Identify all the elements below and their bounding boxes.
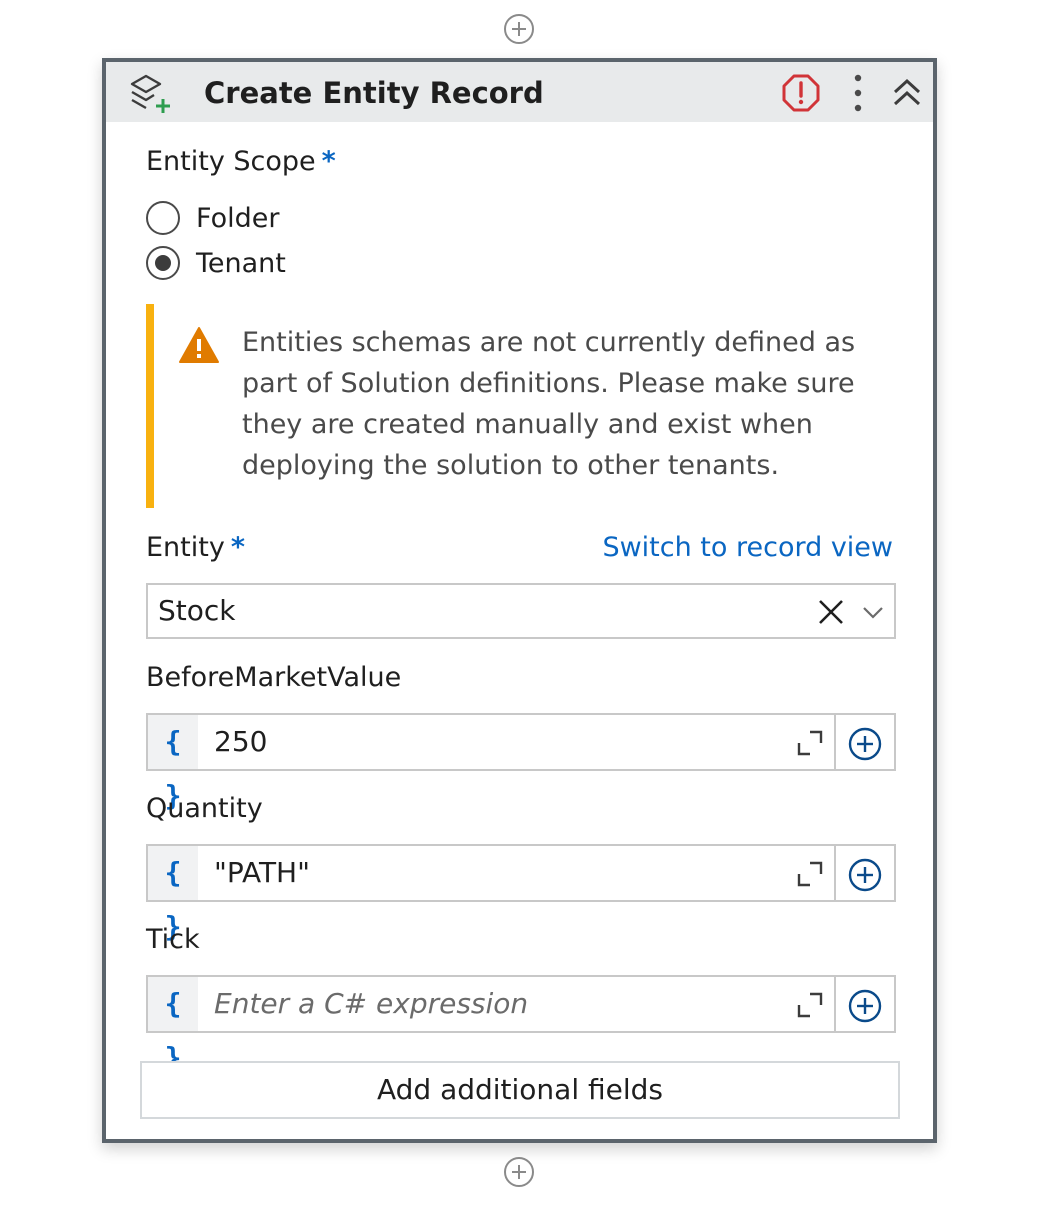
radio-tenant[interactable]: Tenant [146, 243, 286, 283]
more-options-icon[interactable] [846, 72, 870, 114]
activity-header[interactable]: Create Entity Record [106, 62, 933, 122]
add-variable-button[interactable] [836, 844, 896, 902]
expand-editor-icon[interactable] [796, 991, 824, 1019]
expression-braces-icon: { } [148, 846, 198, 943]
add-activity-above-icon[interactable] [503, 13, 535, 45]
activity-title: Create Entity Record [204, 76, 544, 110]
plus-circle-icon [848, 727, 882, 761]
radio-button-folder[interactable] [146, 201, 180, 235]
expression-braces-icon: { } [148, 715, 198, 812]
entity-scope-label: Entity Scope * [146, 146, 336, 177]
clear-icon[interactable] [816, 597, 846, 627]
required-marker: * [230, 532, 245, 563]
entity-select[interactable]: Stock [146, 583, 896, 639]
field-tick: { } Enter a C# expression [146, 975, 896, 1074]
add-variable-button[interactable] [836, 975, 896, 1033]
entity-label: Entity * [146, 532, 245, 563]
expression-input-tick[interactable]: { } Enter a C# expression [146, 975, 836, 1074]
expression-placeholder: Enter a C# expression [214, 987, 529, 1020]
plus-circle-icon [848, 989, 882, 1023]
warning-triangle-icon [179, 327, 219, 363]
radio-label-folder: Folder [196, 202, 280, 234]
add-variable-button[interactable] [836, 713, 896, 771]
field-label-tick: Tick [146, 924, 200, 955]
expand-editor-icon[interactable] [796, 860, 824, 888]
warning-text: Entities schemas are not currently defin… [242, 327, 856, 481]
required-marker: * [321, 146, 336, 177]
radio-button-tenant[interactable] [146, 246, 180, 280]
activity-card: Create Entity Record Entity Scope * Folde… [102, 58, 937, 1143]
field-quantity: { } "PATH" [146, 844, 896, 943]
expression-input-beforemarketvalue[interactable]: { } 250 [146, 713, 836, 812]
expression-value: 250 [214, 725, 268, 758]
field-label-beforemarketvalue: BeforeMarketValue [146, 662, 402, 693]
radio-folder[interactable]: Folder [146, 198, 279, 238]
field-beforemarketvalue: { } 250 [146, 713, 896, 812]
error-icon[interactable] [782, 74, 820, 112]
add-activity-below-icon[interactable] [503, 1156, 535, 1188]
expand-editor-icon[interactable] [796, 729, 824, 757]
switch-to-record-view-link[interactable]: Switch to record view [602, 532, 893, 563]
entity-add-icon [130, 74, 170, 113]
entity-select-value: Stock [158, 594, 236, 627]
add-additional-fields-button[interactable]: Add additional fields [140, 1061, 900, 1119]
radio-label-tenant: Tenant [196, 247, 286, 279]
expression-input-quantity[interactable]: { } "PATH" [146, 844, 836, 943]
field-label-quantity: Quantity [146, 793, 263, 824]
chevron-down-icon[interactable] [860, 599, 886, 625]
expression-braces-icon: { } [148, 977, 198, 1074]
plus-circle-icon [848, 858, 882, 892]
expression-value: "PATH" [214, 856, 310, 889]
warning-message: Entities schemas are not currently defin… [146, 304, 896, 508]
collapse-icon[interactable] [890, 76, 924, 110]
